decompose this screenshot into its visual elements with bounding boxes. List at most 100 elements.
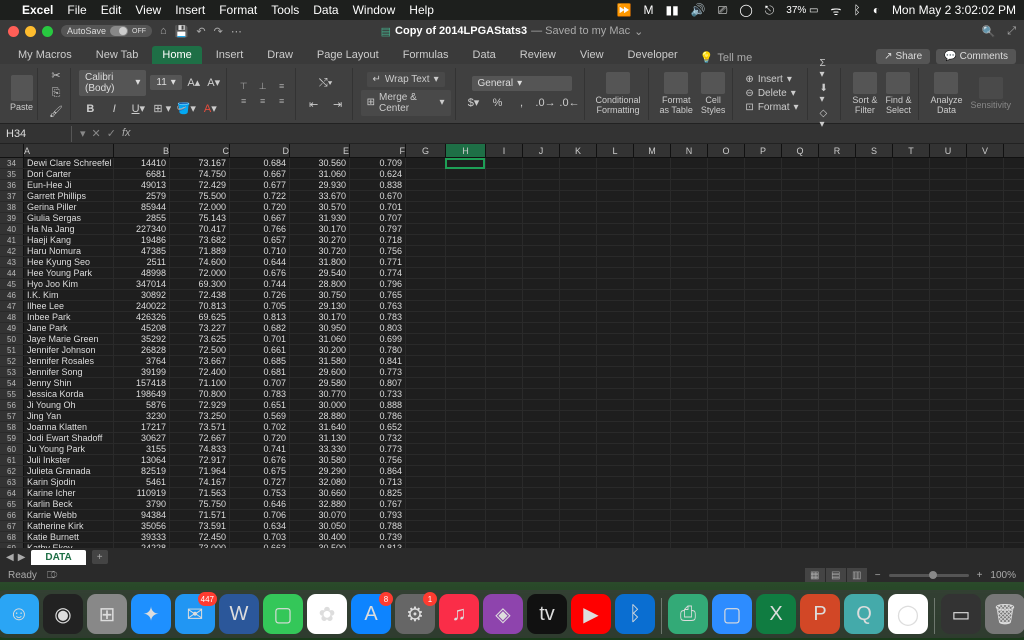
table-row[interactable]: 35Dori Carter668174.7500.66731.0600.624 <box>0 169 1024 180</box>
spotlight-icon[interactable]: ◐ <box>873 3 880 17</box>
paste-button[interactable]: Paste <box>10 75 33 112</box>
fastforward-icon[interactable]: ⏩ <box>617 3 632 17</box>
bluetooth-icon[interactable]: ᛒ <box>853 3 860 17</box>
menu-insert[interactable]: Insert <box>175 3 205 17</box>
page-layout-view-icon[interactable]: ▤ <box>826 568 846 582</box>
merge-center-button[interactable]: ⊞ Merge & Center ▾ <box>361 90 451 116</box>
format-as-table-button[interactable]: Format as Table <box>657 72 696 115</box>
tab-home[interactable]: Home <box>152 46 201 64</box>
dock-folder[interactable]: ▭ <box>941 594 981 634</box>
menubar-app[interactable]: Excel <box>22 3 53 17</box>
font-size-select[interactable]: 11 ▾ <box>150 75 181 90</box>
todo-icon[interactable]: ▮▮ <box>666 3 679 17</box>
page-break-view-icon[interactable]: ▥ <box>847 568 867 582</box>
table-row[interactable]: 63Karin Sjodin546174.1670.72732.0800.713 <box>0 477 1024 488</box>
conditional-formatting-button[interactable]: Conditional Formatting <box>593 72 644 115</box>
table-row[interactable]: 61Juli Inkster1306472.9170.67630.5800.75… <box>0 455 1024 466</box>
align-buttons[interactable]: ⊤⊥≡ ≡≡≡ <box>235 79 291 108</box>
dock-safari[interactable]: ✦ <box>131 594 171 634</box>
fx-icon[interactable]: fx <box>122 127 131 140</box>
ribbon-collapse-icon[interactable]: ⤢ <box>1007 25 1016 38</box>
number-format-select[interactable]: General ▾ <box>472 76 572 91</box>
menu-window[interactable]: Window <box>353 3 396 17</box>
user-icon[interactable]: ◯ <box>739 3 752 17</box>
fill-color-button[interactable]: 🪣▾ <box>176 100 196 118</box>
menu-format[interactable]: Format <box>219 3 257 17</box>
underline-button[interactable]: U ▾ <box>128 100 148 118</box>
tab-mymacros[interactable]: My Macros <box>8 46 82 64</box>
table-row[interactable]: 66Karrie Webb9438471.5710.70630.0700.793 <box>0 510 1024 521</box>
dock-quicktime[interactable]: Q <box>844 594 884 634</box>
font-name-select[interactable]: Calibri (Body) ▾ <box>79 70 146 96</box>
comments-button[interactable]: 💬 Comments <box>936 49 1016 64</box>
name-box[interactable]: H34 <box>0 126 72 142</box>
doc-title[interactable]: Copy of 2014LPGAStats3 <box>395 25 527 37</box>
normal-view-icon[interactable]: ▦ <box>805 568 825 582</box>
table-row[interactable]: 38Gerina Piller8594472.0000.72030.5700.7… <box>0 202 1024 213</box>
table-row[interactable]: 46I.K. Kim3089272.4380.72630.7500.765 <box>0 290 1024 301</box>
dock-word[interactable]: W <box>219 594 259 634</box>
menu-edit[interactable]: Edit <box>101 3 122 17</box>
chevron-down-icon[interactable]: ⌄ <box>634 25 643 38</box>
table-row[interactable]: 54Jenny Shin15741871.1000.70729.5800.807 <box>0 378 1024 389</box>
sensitivity-button[interactable]: Sensitivity <box>967 77 1014 110</box>
table-row[interactable]: 47Ilhee Lee24002270.8130.70529.1300.763 <box>0 301 1024 312</box>
dock-powerpoint[interactable]: P <box>800 594 840 634</box>
confirm-icon[interactable]: ✓ <box>107 127 116 140</box>
analyze-data-button[interactable]: Analyze Data <box>927 72 965 115</box>
table-row[interactable]: 60Ju Young Park315574.8330.74133.3300.77… <box>0 444 1024 455</box>
table-row[interactable]: 45Hyo Joo Kim34701469.3000.74428.8000.79… <box>0 279 1024 290</box>
volume-icon[interactable]: 🔊 <box>691 3 706 17</box>
table-row[interactable]: 67Katherine Kirk3505673.5910.63430.0500.… <box>0 521 1024 532</box>
dock-zoom[interactable]: ▢ <box>712 594 752 634</box>
table-row[interactable]: 68Katie Burnett3933372.4500.70330.4000.7… <box>0 532 1024 543</box>
dock-excel[interactable]: X <box>756 594 796 634</box>
fill-icon[interactable]: ⬇ ▾ <box>816 82 837 106</box>
table-row[interactable]: 43Hee Kyung Seo251174.6000.64431.8000.77… <box>0 257 1024 268</box>
table-row[interactable]: 44Hee Young Park4899872.0000.67629.5400.… <box>0 268 1024 279</box>
control-center-icon[interactable]: ⎋ <box>765 3 775 18</box>
table-row[interactable]: 34Dewi Clare Schreefel1441073.1670.68430… <box>0 158 1024 169</box>
menu-help[interactable]: Help <box>409 3 434 17</box>
menu-data[interactable]: Data <box>313 3 338 17</box>
tab-developer[interactable]: Developer <box>618 46 688 64</box>
table-row[interactable]: 36Eun-Hee Ji4901372.4290.67729.9300.838 <box>0 180 1024 191</box>
table-row[interactable]: 56Ji Young Oh587672.9290.65130.0000.888 <box>0 400 1024 411</box>
table-row[interactable]: 51Jennifer Johnson2682872.5000.66130.200… <box>0 345 1024 356</box>
table-row[interactable]: 42Haru Nomura4738571.8890.71030.7200.756 <box>0 246 1024 257</box>
format-painter-icon[interactable]: 🖌 <box>46 104 66 120</box>
more-icon[interactable]: ⋯ <box>231 25 242 38</box>
table-row[interactable]: 50Jaye Marie Green3529273.6250.70131.060… <box>0 334 1024 345</box>
table-row[interactable]: 52Jennifer Rosales376473.6670.68531.5800… <box>0 356 1024 367</box>
dock-trash[interactable]: 🗑 <box>985 594 1024 634</box>
menu-file[interactable]: File <box>67 3 86 17</box>
table-row[interactable]: 62Julieta Granada8251971.9640.67529.2900… <box>0 466 1024 477</box>
save-icon[interactable]: 💾 <box>175 25 189 38</box>
tab-view[interactable]: View <box>570 46 614 64</box>
tab-data[interactable]: Data <box>463 46 506 64</box>
dock-appletv[interactable]: tv <box>527 594 567 634</box>
cut-icon[interactable]: ✂ <box>46 68 66 84</box>
italic-button[interactable]: I <box>104 100 124 118</box>
sheet-nav-next-icon[interactable]: ▶ <box>18 552 26 563</box>
delete-cells-button[interactable]: ⊖ Delete ▾ <box>741 87 802 100</box>
menu-tools[interactable]: Tools <box>271 3 299 17</box>
tell-me[interactable]: 💡 Tell me <box>700 51 753 64</box>
insert-cells-button[interactable]: ⊕ Insert ▾ <box>741 73 802 86</box>
table-row[interactable]: 53Jennifer Song3919972.4000.68129.6000.7… <box>0 367 1024 378</box>
table-row[interactable]: 55Jessica Korda19864970.8000.78330.7700.… <box>0 389 1024 400</box>
table-row[interactable]: 48Inbee Park42632669.6250.81330.1700.783 <box>0 312 1024 323</box>
sort-filter-button[interactable]: Sort & Filter <box>849 72 880 115</box>
share-button[interactable]: ↗ Share <box>876 49 930 64</box>
search-icon[interactable]: 🔍 <box>981 25 995 38</box>
table-row[interactable]: 37Garrett Phillips257975.5000.72233.6700… <box>0 191 1024 202</box>
sheet-nav-prev-icon[interactable]: ◀ <box>6 552 14 563</box>
dock-siri[interactable]: ◉ <box>43 594 83 634</box>
table-row[interactable]: 58Joanna Klatten1721773.5710.70231.6400.… <box>0 422 1024 433</box>
dock-youtube[interactable]: ▶ <box>571 594 611 634</box>
table-row[interactable]: 41Haeji Kang1948673.6820.65730.2700.718 <box>0 235 1024 246</box>
zoom-slider[interactable] <box>889 574 969 577</box>
tab-pagelayout[interactable]: Page Layout <box>307 46 389 64</box>
menubar-datetime[interactable]: Mon May 2 3:02:02 PM <box>892 3 1016 17</box>
tab-newtab[interactable]: New Tab <box>86 46 149 64</box>
